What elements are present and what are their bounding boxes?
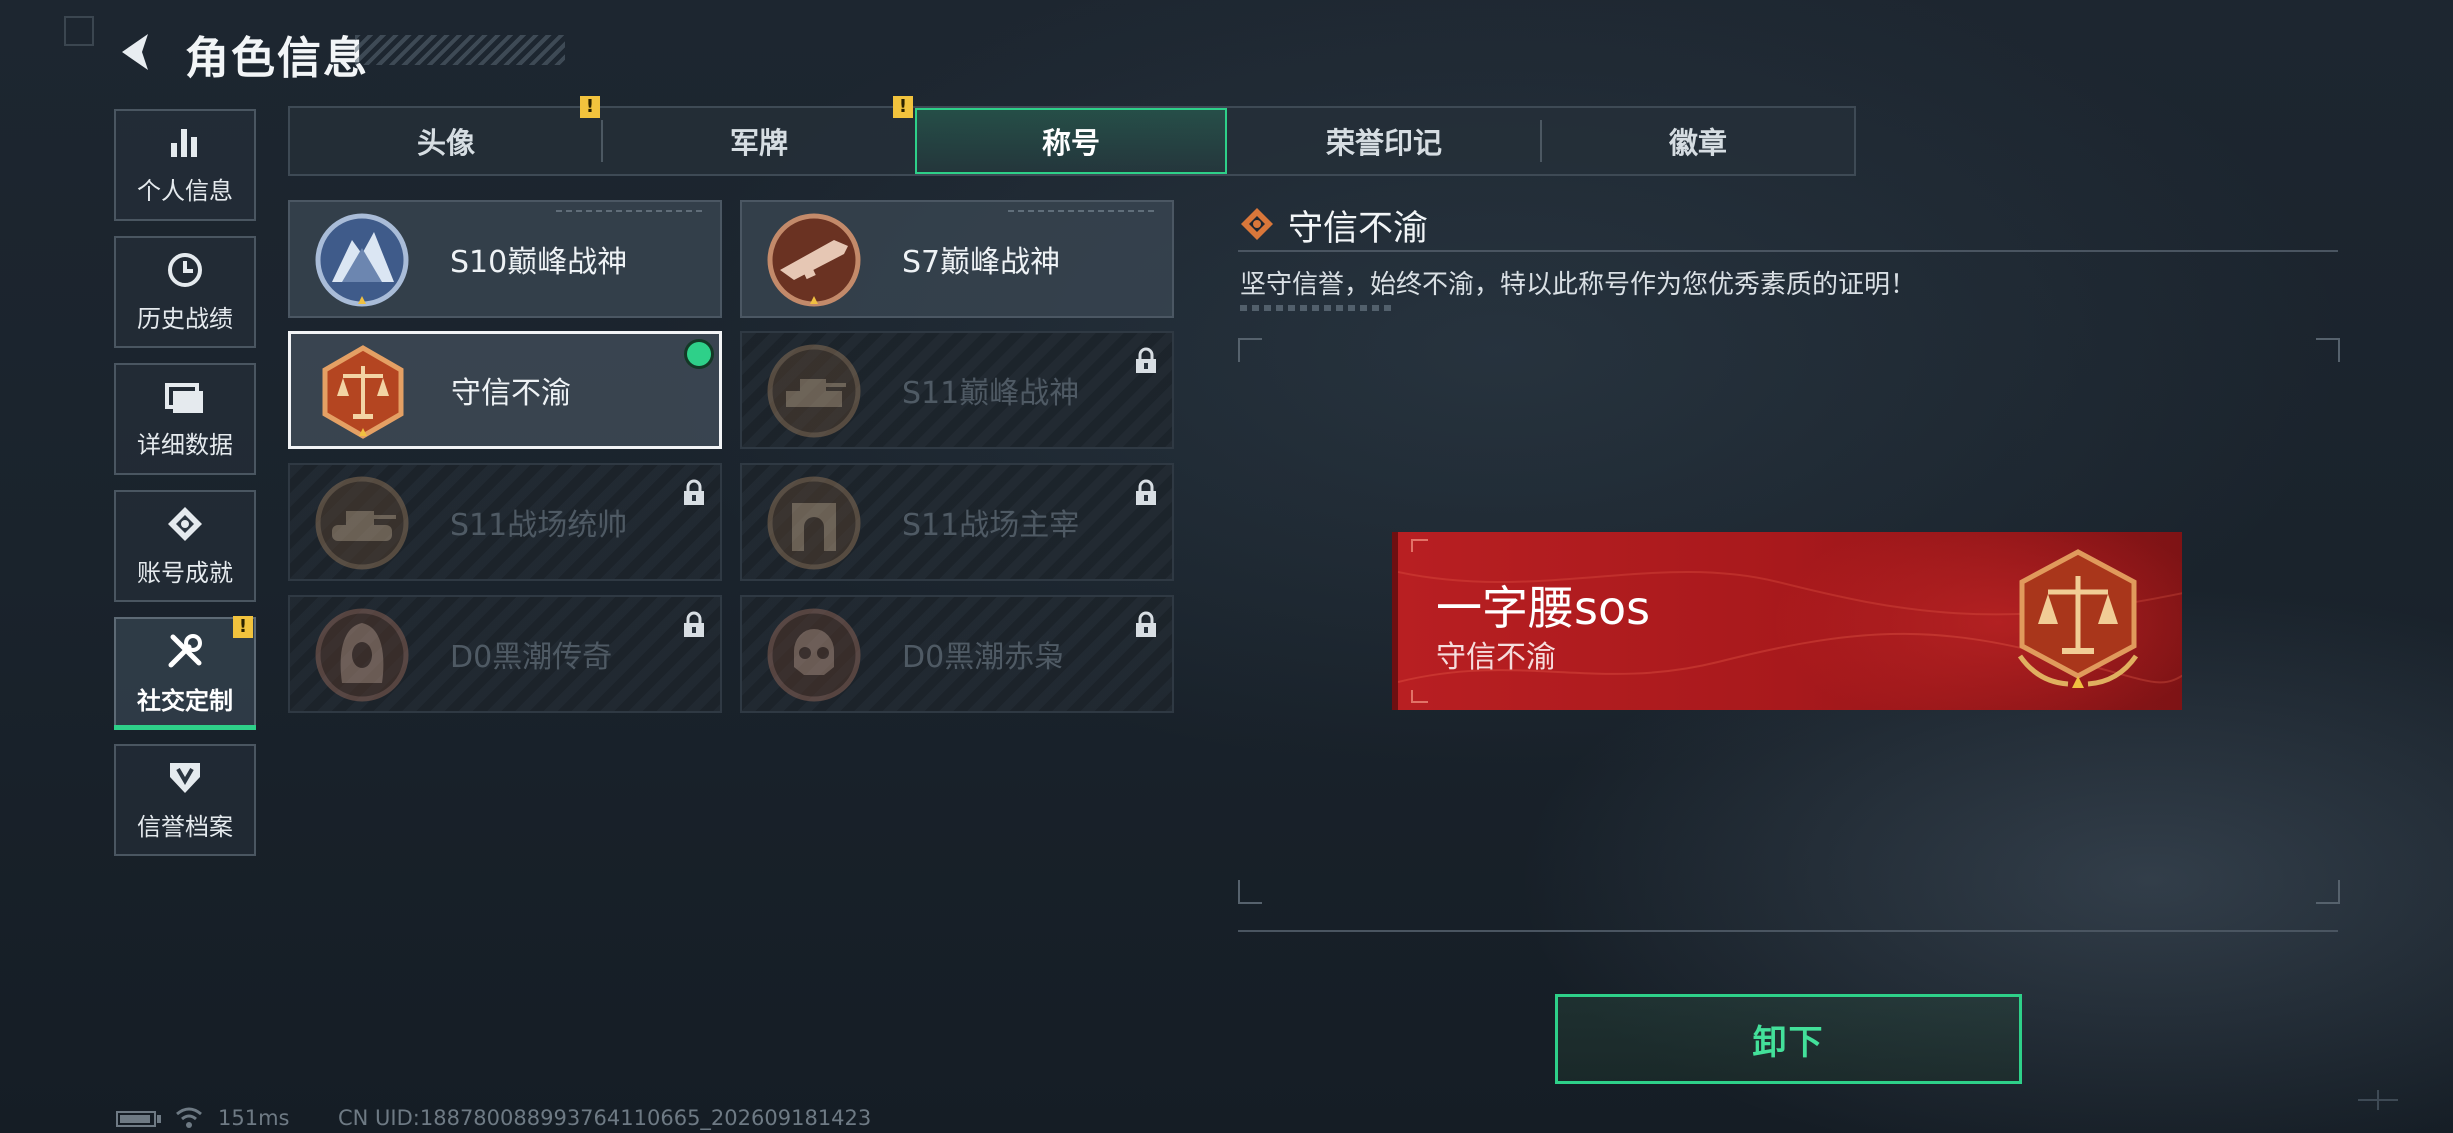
equipped-indicator [687, 342, 711, 366]
corner-checkbox [64, 16, 94, 46]
alert-badge: ! [893, 96, 913, 118]
back-arrow-icon[interactable] [112, 28, 160, 76]
alert-badge: ! [233, 616, 253, 638]
nav-history[interactable]: 历史战绩 [114, 236, 256, 348]
title-card-locked[interactable]: S11战场统帅 [288, 463, 722, 581]
divider [1238, 250, 2338, 252]
arch-medal-icon [764, 473, 864, 573]
nav-personal-info[interactable]: 个人信息 [114, 109, 256, 221]
bar-chart-icon [167, 125, 203, 161]
lock-icon [1134, 347, 1158, 375]
mountain-medal-icon [312, 210, 412, 310]
nav-label: 个人信息 [137, 176, 233, 205]
ping-readout: 151ms [218, 1106, 290, 1130]
detail-description: 坚守信誉，始终不渝，特以此称号作为您优秀素质的证明！ [1240, 270, 1917, 300]
nav-achievements[interactable]: 账号成就 [114, 490, 256, 602]
title-name: S11巅峰战神 [902, 376, 1080, 411]
folder-icon [165, 379, 205, 415]
credit-icon [166, 759, 204, 797]
tools-icon [165, 631, 205, 671]
nav-detailed-data[interactable]: 详细数据 [114, 363, 256, 475]
tab-honor-mark[interactable]: 荣誉印记 [1228, 108, 1540, 174]
clock-icon [166, 251, 204, 289]
title-name: S10巅峰战神 [450, 245, 628, 280]
title-name: D0黑潮传奇 [450, 640, 613, 675]
title-name: D0黑潮赤枭 [902, 640, 1065, 675]
banner-title: 守信不渝 [1436, 640, 1556, 675]
frame-corner [1238, 338, 1262, 362]
diamond-icon [1240, 207, 1274, 241]
corner-crosshair [2358, 1090, 2398, 1130]
title-nameplate-preview: 一字腰sos 守信不渝 [1392, 532, 2182, 710]
title-decoration [355, 35, 565, 65]
title-name: S11战场主宰 [902, 508, 1080, 543]
alert-badge: ! [580, 96, 600, 118]
tank-medal-icon [764, 341, 864, 441]
frame-corner [1238, 880, 1262, 904]
divider [1238, 930, 2338, 932]
frame-corner [2316, 338, 2340, 362]
title-name: S7巅峰战神 [902, 245, 1061, 280]
achievement-icon [166, 505, 204, 543]
weapon-medal-icon [764, 210, 864, 310]
tab-title[interactable]: 称号 [915, 108, 1227, 174]
title-card-locked[interactable]: D0黑潮赤枭 [740, 595, 1174, 713]
hood-medal-icon [312, 605, 412, 705]
nav-label: 历史战绩 [137, 304, 233, 333]
scales-medal-icon [313, 342, 413, 442]
page-title: 角色信息 [185, 33, 369, 84]
detail-title: 守信不渝 [1288, 209, 1429, 249]
title-name: S11战场统帅 [450, 508, 628, 543]
nav-label: 社交定制 [137, 686, 233, 715]
title-card[interactable]: S7巅峰战神 [740, 200, 1174, 318]
player-name: 一字腰sos [1436, 581, 1651, 635]
lock-icon [1134, 611, 1158, 639]
lock-icon [682, 611, 706, 639]
nav-active-indicator [114, 725, 256, 730]
battery-icon [116, 1111, 156, 1127]
nav-credit-record[interactable]: 信誉档案 [114, 744, 256, 856]
nav-label: 信誉档案 [137, 812, 233, 841]
skull-medal-icon [764, 605, 864, 705]
title-card-equipped[interactable]: 守信不渝 [288, 331, 722, 449]
title-card-locked[interactable]: S11巅峰战神 [740, 331, 1174, 449]
frame-corner [2316, 880, 2340, 904]
tab-avatar[interactable]: 头像 [290, 108, 602, 174]
scales-medal-icon [1998, 546, 2158, 696]
battery-tip [157, 1115, 161, 1123]
nav-label: 账号成就 [137, 558, 233, 587]
title-card-locked[interactable]: S11战场主宰 [740, 463, 1174, 581]
unequip-button[interactable]: 卸下 [1555, 994, 2022, 1084]
title-card[interactable]: S10巅峰战神 [288, 200, 722, 318]
tab-dog-tag[interactable]: 军牌 [603, 108, 915, 174]
tab-badge[interactable]: 徽章 [1542, 108, 1854, 174]
title-card-locked[interactable]: D0黑潮传奇 [288, 595, 722, 713]
lock-icon [1134, 479, 1158, 507]
wifi-icon [174, 1104, 204, 1130]
tank-medal-icon [312, 473, 412, 573]
uid-readout: CN UID:18878008899376411066​5_2026091814… [338, 1106, 872, 1130]
lock-icon [682, 479, 706, 507]
title-name: 守信不渝 [451, 376, 571, 411]
nav-label: 详细数据 [137, 430, 233, 459]
tick-decoration [1240, 305, 1395, 311]
